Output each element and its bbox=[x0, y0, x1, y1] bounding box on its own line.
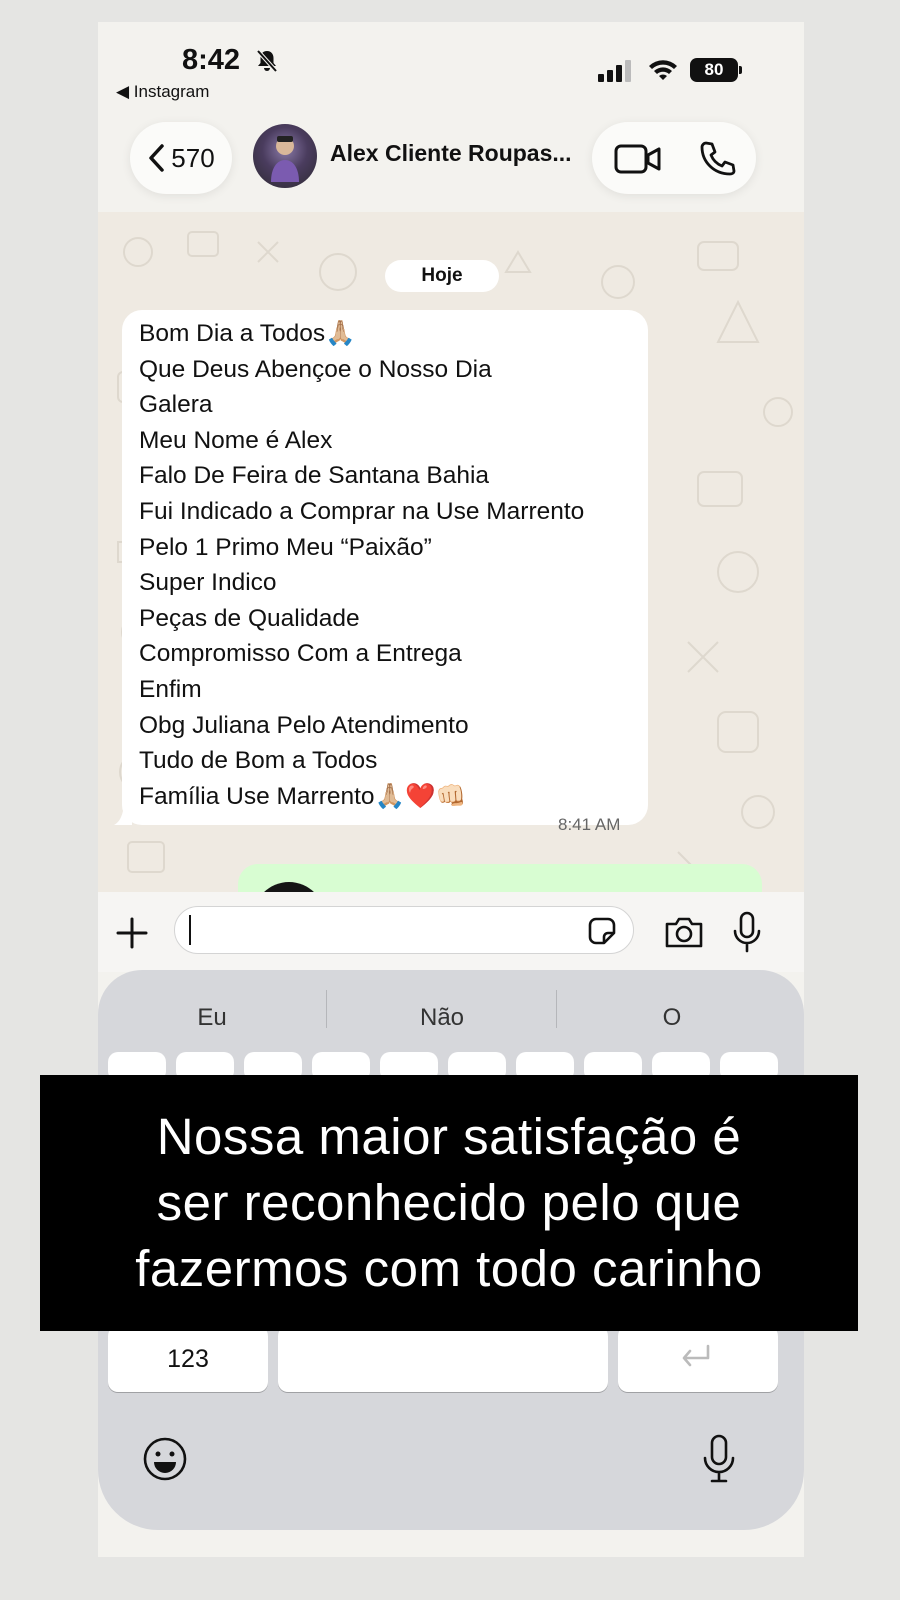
contact-avatar[interactable] bbox=[253, 124, 317, 188]
caption-line: ser reconhecido pelo que bbox=[156, 1174, 742, 1231]
plus-icon[interactable] bbox=[114, 915, 150, 951]
text-caret bbox=[189, 915, 191, 945]
emoji-icon[interactable] bbox=[142, 1436, 188, 1482]
message-line: Que Deus Abençoe o Nosso Dia bbox=[139, 355, 492, 383]
message-line: Super Indico bbox=[139, 569, 277, 597]
caption-overlay: Nossa maior satisfação é ser reconhecido… bbox=[40, 1075, 858, 1331]
date-chip: Hoje bbox=[385, 260, 499, 292]
message-line: Compromisso Com a Entrega bbox=[139, 640, 462, 668]
message-line: Peças de Qualidade bbox=[139, 604, 360, 632]
message-line: Tudo de Bom a Todos bbox=[139, 747, 378, 775]
battery-indicator: 80 bbox=[690, 58, 738, 82]
suggestion-3[interactable]: O bbox=[562, 1004, 782, 1032]
message-timestamp: 8:41 AM bbox=[558, 815, 621, 834]
return-icon bbox=[682, 1344, 710, 1367]
sticker-icon[interactable] bbox=[586, 915, 618, 947]
status-time: 8:42 bbox=[182, 44, 241, 76]
message-line: Meu Nome é Alex bbox=[139, 426, 333, 454]
message-line: Fui Indicado a Comprar na Use Marrento bbox=[139, 497, 585, 525]
back-button[interactable]: 570 bbox=[130, 122, 232, 194]
message-line: Enfim bbox=[139, 675, 202, 703]
battery-tip bbox=[739, 66, 742, 74]
unread-count: 570 bbox=[171, 142, 215, 173]
message-text: Bom Dia a Todos🙏🏼 Que Deus Abençoe o Nos… bbox=[139, 316, 584, 814]
suggestion-1[interactable]: Eu bbox=[102, 1004, 322, 1032]
caption-line: Nossa maior satisfação é bbox=[156, 1108, 742, 1165]
dictation-mic-icon[interactable] bbox=[702, 1434, 736, 1484]
numbers-key[interactable]: 123 bbox=[108, 1326, 268, 1392]
message-input[interactable] bbox=[174, 906, 634, 954]
phone-call-icon[interactable] bbox=[698, 140, 736, 178]
caption-line: fazermos com todo carinho bbox=[135, 1240, 763, 1297]
message-line: Galera bbox=[139, 391, 213, 419]
message-line: Bom Dia a Todos🙏🏼 bbox=[139, 320, 356, 347]
wifi-icon bbox=[649, 60, 677, 80]
video-call-icon[interactable] bbox=[614, 143, 662, 175]
suggestion-divider bbox=[326, 990, 327, 1028]
suggestion-2[interactable]: Não bbox=[332, 1004, 552, 1032]
message-line: Falo De Feira de Santana Bahia bbox=[139, 462, 490, 490]
signal-icon bbox=[598, 60, 631, 82]
mic-icon[interactable] bbox=[732, 911, 762, 953]
camera-icon[interactable] bbox=[664, 915, 704, 949]
back-to-instagram-link[interactable]: ◀ Instagram bbox=[116, 82, 209, 102]
message-line: Pelo 1 Primo Meu “Paixão” bbox=[139, 533, 432, 561]
suggestion-divider bbox=[556, 990, 557, 1028]
message-line: Família Use Marrento🙏🏼❤️👊🏻 bbox=[139, 782, 467, 810]
bell-muted-icon bbox=[256, 49, 278, 73]
chevron-left-icon bbox=[149, 144, 165, 172]
space-key[interactable] bbox=[278, 1326, 608, 1392]
message-line: Obg Juliana Pelo Atendimento bbox=[139, 711, 469, 739]
contact-name[interactable]: Alex Cliente Roupas... bbox=[330, 140, 572, 167]
avatar-figure-icon bbox=[271, 136, 299, 182]
